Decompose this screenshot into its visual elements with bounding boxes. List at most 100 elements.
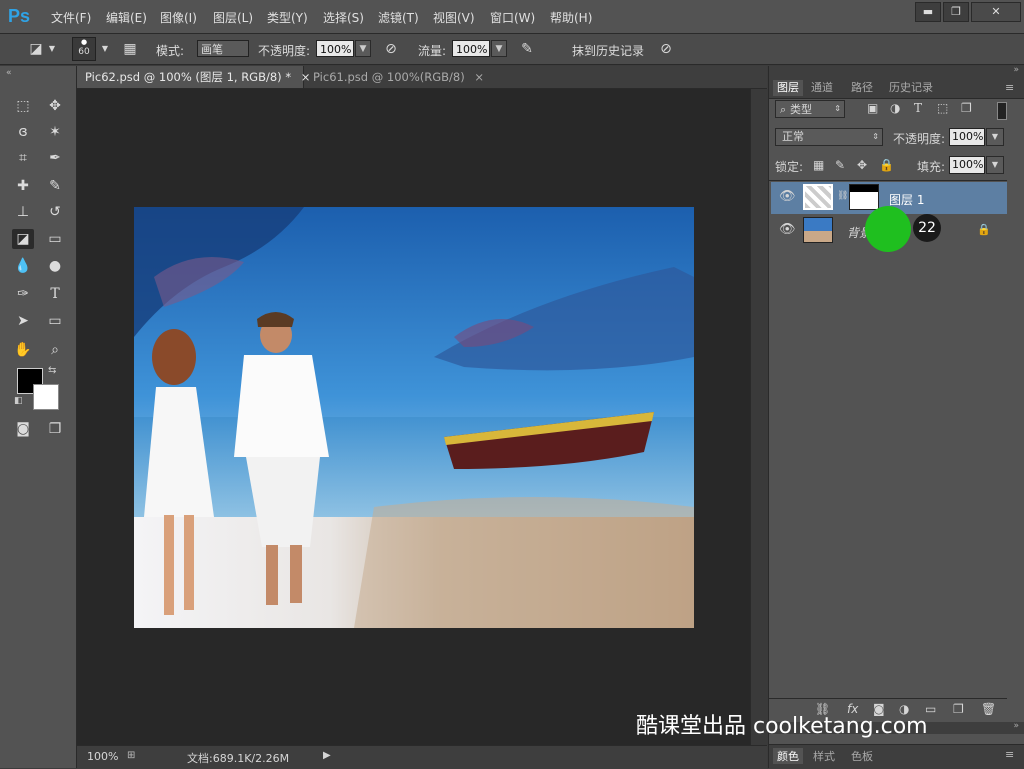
- tab-pic62[interactable]: Pic62.psd @ 100% (图层 1, RGB/8) * ×: [77, 66, 310, 88]
- hand-tool-icon[interactable]: ✋: [12, 340, 34, 360]
- pressure-size-icon[interactable]: ⊘: [656, 40, 676, 58]
- click-marker: [865, 206, 911, 252]
- layer-thumbnail[interactable]: [803, 217, 833, 243]
- menu-help[interactable]: 帮助(H): [550, 9, 592, 26]
- lock-pixels-icon[interactable]: ✎: [835, 158, 845, 172]
- minimize-button[interactable]: ▬: [915, 2, 941, 22]
- blur-tool-icon[interactable]: 💧: [12, 256, 34, 276]
- eye-icon[interactable]: 👁: [779, 223, 796, 237]
- gradient-tool-icon[interactable]: ▭: [44, 229, 66, 249]
- marquee-tool-icon[interactable]: ⬚: [12, 96, 34, 116]
- layer-opacity-field[interactable]: 100%: [949, 128, 985, 146]
- quick-mask-icon[interactable]: ◙: [12, 419, 34, 439]
- chevron-down-icon[interactable]: ▼: [46, 40, 58, 58]
- zoom-level[interactable]: 100%: [87, 750, 118, 763]
- eye-icon[interactable]: 👁: [779, 190, 796, 204]
- healing-brush-tool-icon[interactable]: ✚: [12, 176, 34, 196]
- canvas-area[interactable]: [77, 89, 750, 745]
- panel-menu-icon[interactable]: ≡: [1005, 80, 1014, 96]
- opacity-field[interactable]: 100%: [316, 40, 354, 57]
- filter-pixel-icon[interactable]: ▣: [867, 101, 878, 115]
- expand-icon[interactable]: »: [1013, 721, 1019, 731]
- tab-swatches[interactable]: 色板: [851, 748, 873, 764]
- menu-image[interactable]: 图像(I): [160, 9, 197, 26]
- flow-dropdown[interactable]: ▼: [491, 40, 507, 57]
- collapse-icon[interactable]: «: [6, 68, 12, 78]
- mode-select[interactable]: 画笔: [197, 40, 249, 57]
- link-icon[interactable]: ⛓: [837, 191, 848, 201]
- filter-shape-icon[interactable]: ⬚: [937, 101, 948, 115]
- filter-smart-object-icon[interactable]: ❐: [961, 101, 972, 115]
- blend-mode-select[interactable]: 正常 ⇕: [775, 128, 883, 146]
- dodge-tool-icon[interactable]: ●: [44, 256, 66, 276]
- layer-thumbnail[interactable]: [803, 184, 833, 210]
- filter-toggle[interactable]: [997, 102, 1007, 120]
- chevron-down-icon[interactable]: ▼: [99, 40, 111, 58]
- magic-wand-tool-icon[interactable]: ✶: [44, 122, 66, 142]
- status-menu-arrow-icon[interactable]: ▶: [323, 750, 331, 761]
- eraser-tool-preset-icon[interactable]: ◪: [26, 40, 46, 58]
- close-tab-icon[interactable]: ×: [474, 70, 484, 84]
- layer-mask-thumbnail[interactable]: [849, 184, 879, 210]
- layer-name[interactable]: 图层 1: [889, 191, 924, 208]
- fill-dropdown[interactable]: ▼: [986, 156, 1004, 174]
- history-brush-tool-icon[interactable]: ↺: [44, 202, 66, 222]
- menu-file[interactable]: 文件(F): [51, 9, 91, 26]
- default-colors-icon[interactable]: ◧: [14, 396, 23, 406]
- opacity-dropdown[interactable]: ▼: [355, 40, 371, 57]
- menu-layer[interactable]: 图层(L): [213, 9, 253, 26]
- layer-opacity-dropdown[interactable]: ▼: [986, 128, 1004, 146]
- document-image[interactable]: [134, 207, 694, 628]
- clone-stamp-tool-icon[interactable]: ⊥: [12, 202, 34, 222]
- zoom-tool-icon[interactable]: ⌕: [44, 340, 66, 360]
- tab-styles[interactable]: 样式: [813, 748, 835, 764]
- pressure-opacity-icon[interactable]: ⊘: [381, 40, 401, 58]
- chevron-down-icon: ⇕: [834, 104, 841, 113]
- swap-colors-icon[interactable]: ⇆: [48, 365, 56, 376]
- brush-tool-icon[interactable]: ✎: [44, 176, 66, 196]
- lasso-tool-icon[interactable]: ɞ: [12, 122, 34, 142]
- man-leg-right: [290, 545, 302, 603]
- tab-history[interactable]: 历史记录: [889, 80, 933, 96]
- menu-type[interactable]: 类型(Y): [267, 9, 308, 26]
- brush-preset-picker[interactable]: ● 60: [72, 37, 96, 61]
- close-button[interactable]: ✕: [971, 2, 1021, 22]
- menu-edit[interactable]: 编辑(E): [106, 9, 147, 26]
- flow-field[interactable]: 100%: [452, 40, 490, 57]
- menu-select[interactable]: 选择(S): [323, 9, 364, 26]
- tab-channels[interactable]: 通道: [811, 80, 833, 96]
- vertical-scrollbar[interactable]: [750, 89, 768, 745]
- restore-button[interactable]: ❐: [943, 2, 969, 22]
- tab-paths[interactable]: 路径: [851, 80, 873, 96]
- menu-window[interactable]: 窗口(W): [490, 9, 535, 26]
- lock-all-icon[interactable]: 🔒: [879, 158, 894, 172]
- path-selection-tool-icon[interactable]: ➤: [12, 311, 34, 331]
- tab-color[interactable]: 颜色: [773, 748, 803, 764]
- screen-mode-icon[interactable]: ❐: [44, 419, 66, 439]
- eraser-tool-icon[interactable]: ◪: [12, 229, 34, 249]
- eyedropper-tool-icon[interactable]: ✒: [44, 148, 66, 168]
- fill-field[interactable]: 100%: [949, 156, 985, 174]
- filter-kind-select[interactable]: ⌕ 类型 ⇕: [775, 100, 845, 118]
- tab-pic61[interactable]: Pic61.psd @ 100%(RGB/8) ×: [305, 66, 492, 88]
- type-tool-icon[interactable]: T: [44, 284, 66, 304]
- expand-icon[interactable]: »: [1013, 65, 1019, 75]
- menu-view[interactable]: 视图(V): [433, 9, 475, 26]
- menu-filter[interactable]: 滤镜(T): [378, 9, 419, 26]
- move-tool-icon[interactable]: ✥: [44, 96, 66, 116]
- tab-layers[interactable]: 图层: [773, 80, 803, 96]
- background-color-swatch[interactable]: [33, 384, 59, 410]
- airbrush-icon[interactable]: ✎: [517, 40, 537, 58]
- lock-position-icon[interactable]: ✥: [857, 158, 867, 172]
- filter-type-icon[interactable]: T: [914, 101, 922, 115]
- crop-tool-icon[interactable]: ⌗: [12, 148, 34, 168]
- brush-panel-icon[interactable]: ▦: [120, 40, 140, 58]
- delete-layer-icon[interactable]: 🗑: [981, 702, 996, 716]
- lock-transparency-icon[interactable]: ▦: [813, 158, 824, 172]
- filter-adjustment-icon[interactable]: ◑: [890, 101, 900, 115]
- panel-menu-icon[interactable]: ≡: [1005, 748, 1014, 761]
- rectangle-tool-icon[interactable]: ▭: [44, 311, 66, 331]
- zoom-icon[interactable]: ⊞: [127, 750, 135, 761]
- pen-tool-icon[interactable]: ✑: [12, 284, 34, 304]
- erase-history-label: 抹到历史记录: [572, 44, 645, 58]
